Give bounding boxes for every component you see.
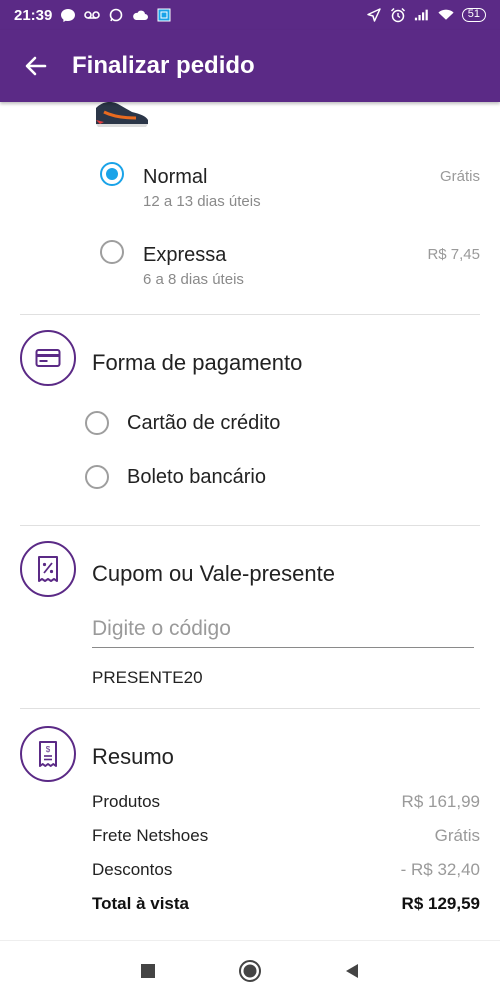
summary-value: - R$ 32,40 bbox=[400, 860, 480, 879]
shipping-option-eta: 12 a 13 dias úteis bbox=[143, 193, 261, 210]
shipping-option-price: Grátis bbox=[439, 168, 480, 185]
app-icon bbox=[156, 8, 172, 22]
shipping-option-name: Expressa bbox=[143, 244, 227, 266]
signal-icon bbox=[414, 8, 430, 22]
summary-total-value: R$ 129,59 bbox=[401, 894, 480, 913]
summary-total-row: Total à vista R$ 129,59 bbox=[92, 894, 480, 916]
payment-boleto-radio[interactable] bbox=[85, 465, 109, 489]
page-title: Finalizar pedido bbox=[72, 52, 255, 79]
divider bbox=[20, 314, 480, 315]
status-time: 21:39 bbox=[14, 6, 53, 24]
summary-value: R$ 161,99 bbox=[401, 792, 480, 811]
summary-total-label: Total à vista bbox=[92, 894, 189, 913]
checkout-content[interactable]: Normal 12 a 13 dias úteis Grátis Express… bbox=[0, 102, 500, 940]
shipping-option-normal[interactable]: Normal 12 a 13 dias úteis Grátis bbox=[0, 158, 500, 218]
location-icon bbox=[366, 8, 382, 22]
shipping-option-name: Normal bbox=[143, 166, 208, 188]
battery-indicator: 51 bbox=[461, 8, 486, 22]
back-icon[interactable] bbox=[340, 959, 364, 983]
home-icon[interactable] bbox=[238, 959, 262, 983]
summary-value: Grátis bbox=[434, 826, 480, 845]
arrow-back-icon[interactable] bbox=[22, 52, 50, 80]
shipping-option-expressa[interactable]: Expressa 6 a 8 dias úteis R$ 7,45 bbox=[0, 236, 500, 296]
summary-label: Descontos bbox=[92, 860, 173, 879]
messenger-icon bbox=[60, 8, 76, 22]
summary-row: Produtos R$ 161,99 bbox=[92, 792, 480, 814]
coupon-code-input[interactable] bbox=[92, 610, 474, 648]
cloud-icon bbox=[132, 8, 149, 22]
shipping-normal-radio[interactable] bbox=[100, 162, 124, 186]
divider bbox=[20, 525, 480, 526]
product-image bbox=[92, 102, 152, 134]
coupon-icon bbox=[20, 541, 76, 597]
payment-option-label[interactable]: Boleto bancário bbox=[127, 466, 266, 489]
app-bar: Finalizar pedido bbox=[0, 30, 500, 102]
coupon-section-title: Cupom ou Vale-presente bbox=[92, 561, 335, 586]
shipping-option-eta: 6 a 8 dias úteis bbox=[143, 271, 244, 288]
summary-label: Produtos bbox=[92, 792, 161, 811]
svg-text:$: $ bbox=[46, 745, 51, 754]
whatsapp-icon bbox=[108, 8, 124, 22]
summary-row: Descontos - R$ 32,40 bbox=[92, 860, 480, 882]
payment-section-title: Forma de pagamento bbox=[92, 350, 303, 375]
summary-label: Frete Netshoes bbox=[92, 826, 209, 845]
receipt-icon: $ bbox=[20, 726, 76, 782]
payment-option-label[interactable]: Cartão de crédito bbox=[127, 412, 280, 435]
status-bar: 21:39 51 bbox=[0, 0, 500, 30]
shipping-option-price: R$ 7,45 bbox=[427, 246, 480, 263]
divider bbox=[20, 708, 480, 709]
credit-card-icon bbox=[20, 330, 76, 386]
summary-section-title: Resumo bbox=[92, 744, 174, 769]
summary-row: Frete Netshoes Grátis bbox=[92, 826, 480, 848]
applied-coupon-code: PRESENTE20 bbox=[92, 668, 203, 687]
alarm-icon bbox=[390, 7, 406, 23]
shipping-expressa-radio[interactable] bbox=[100, 240, 124, 264]
recent-apps-icon[interactable] bbox=[136, 959, 160, 983]
system-nav-bar bbox=[0, 940, 500, 1000]
payment-credit-card-radio[interactable] bbox=[85, 411, 109, 435]
voicemail-icon bbox=[84, 8, 101, 22]
wifi-icon bbox=[438, 8, 454, 22]
